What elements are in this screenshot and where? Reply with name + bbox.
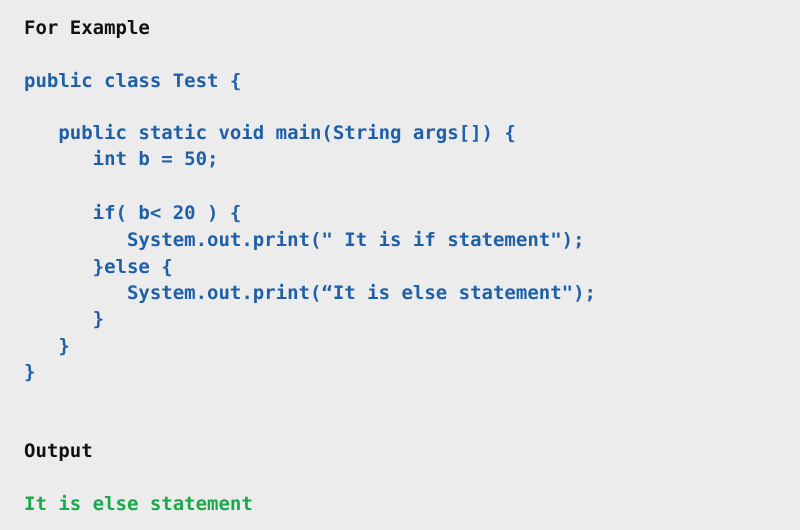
code-example-panel: For Example public class Test { public s… (0, 0, 800, 530)
code-line: } (24, 308, 105, 330)
output-heading: Output (24, 440, 93, 462)
code-line: }else { (24, 256, 173, 278)
code-line: int b = 50; (24, 148, 219, 170)
code-line: System.out.print(“It is else statement")… (24, 282, 596, 304)
code-line: public static void main(String args[]) { (24, 122, 516, 144)
example-heading: For Example (24, 17, 150, 39)
code-line: System.out.print(" It is if statement"); (24, 229, 585, 251)
code-line: if( b< 20 ) { (24, 202, 242, 224)
code-line: public class Test { (24, 70, 242, 92)
code-line: } (24, 335, 70, 357)
output-text: It is else statement (24, 493, 253, 515)
code-line: } (24, 361, 36, 383)
